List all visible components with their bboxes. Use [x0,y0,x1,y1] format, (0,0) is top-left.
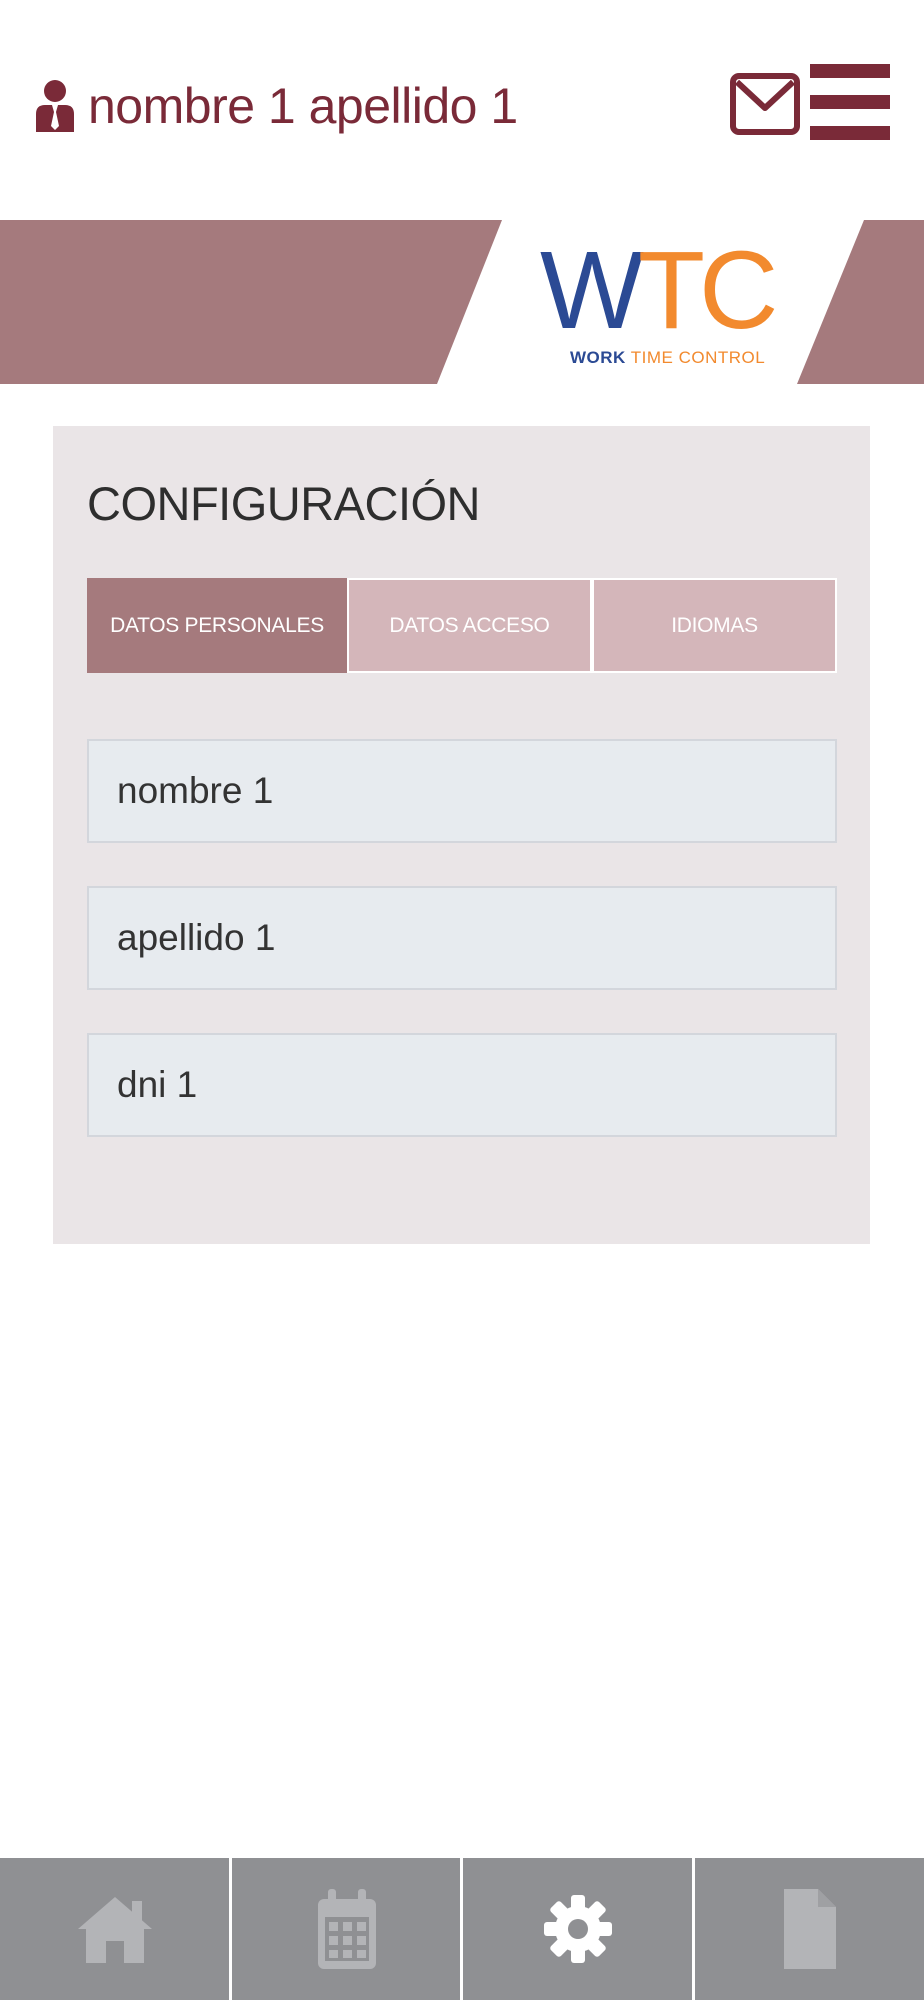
app-screen: nombre 1 apellido 1 WTC WORK TIME CONTRO… [0,0,924,2000]
brand-banner [0,220,924,384]
logo-tagline-rest: TIME CONTROL [625,348,766,367]
dni-field[interactable]: dni 1 [87,1033,837,1137]
banner-left-stripe [0,220,502,384]
page-title: CONFIGURACIÓN [87,477,481,530]
nav-settings-button[interactable] [463,1858,692,2000]
configuration-card: CONFIGURACIÓN DATOS PERSONALES DATOS ACC… [53,426,870,1244]
tab-datos-acceso[interactable]: DATOS ACCESO [347,578,592,673]
menu-bar [810,64,890,78]
calendar-icon [317,1889,376,1969]
logo-letter-w: W [540,229,644,352]
apellido-field[interactable]: apellido 1 [87,886,837,990]
nav-calendar-button[interactable] [232,1858,461,2000]
menu-bar [810,126,890,140]
user-name: nombre 1 apellido 1 [88,78,518,134]
user-icon [36,80,74,132]
home-icon [77,1897,152,1963]
config-tabs: DATOS PERSONALES DATOS ACCESO IDIOMAS [87,578,837,673]
mail-button[interactable] [729,72,801,136]
logo-letters-tc: TC [637,229,779,352]
bottom-navigation [0,1858,924,2000]
tab-idiomas[interactable]: IDIOMAS [592,578,837,673]
menu-bar [810,95,890,109]
nombre-field[interactable]: nombre 1 [87,739,837,843]
gear-icon [543,1895,612,1963]
wtc-logo: WTC WORK TIME CONTROL [540,236,778,376]
logo-tagline: WORK TIME CONTROL [570,348,765,368]
hamburger-menu-button[interactable] [810,64,890,142]
banner-right-stripe [797,220,924,384]
tab-datos-personales[interactable]: DATOS PERSONALES [87,578,347,673]
nav-documents-button[interactable] [695,1858,924,2000]
logo-tagline-work: WORK [570,348,626,367]
nav-home-button[interactable] [0,1858,229,2000]
envelope-icon [730,73,800,135]
document-icon [783,1889,836,1969]
header: nombre 1 apellido 1 [0,0,924,200]
